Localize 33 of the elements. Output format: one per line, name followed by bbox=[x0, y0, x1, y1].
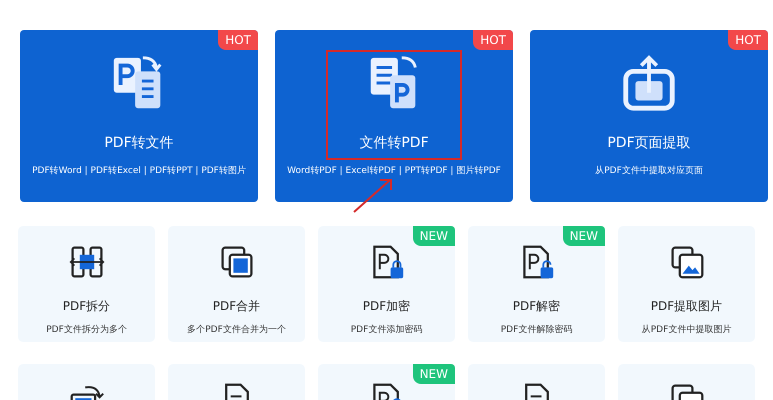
tool-card[interactable]: NEW PDF解密 PDF文件解除密码 bbox=[468, 226, 605, 342]
card-title: PDF页面提取 bbox=[607, 134, 691, 152]
card-subtitle: 从PDF文件中提取对应页面 bbox=[595, 164, 703, 177]
card-subtitle: Word转PDF | Excel转PDF | PPT转PDF | 图片转PDF bbox=[287, 164, 501, 177]
image-icon bbox=[668, 244, 704, 280]
card-title: 文件转PDF bbox=[359, 134, 429, 152]
hot-badge: HOT bbox=[473, 30, 513, 50]
tool-card[interactable]: NEW PDF加密 PDF文件添加密码 bbox=[318, 226, 455, 342]
card-subtitle: PDF文件添加密码 bbox=[350, 324, 422, 336]
card-title: PDF提取图片 bbox=[650, 298, 722, 315]
merge-icon bbox=[218, 244, 254, 280]
tool-card[interactable]: PDF提取图片 从PDF文件中提取图片 bbox=[618, 226, 755, 342]
card-subtitle: PDF文件解除密码 bbox=[500, 324, 572, 336]
feature-card[interactable]: HOT 文件转PDF Word转PDF | Excel转PDF | PPT转PDF | 图片转PDF bbox=[275, 30, 513, 202]
feature-card[interactable]: HOT PDF转文件 PDF转Word | PDF转Excel | PDF转PPT | PDF转图片 bbox=[20, 30, 258, 202]
card-subtitle: 多个PDF文件合并为一个 bbox=[187, 324, 286, 336]
split-icon bbox=[68, 244, 104, 280]
card-title: PDF合并 bbox=[212, 298, 260, 315]
card-subtitle: PDF转Word | PDF转Excel | PDF转PPT | PDF转图片 bbox=[32, 164, 246, 177]
new-badge: NEW bbox=[562, 226, 605, 246]
hot-badge: HOT bbox=[728, 30, 768, 50]
card-subtitle: PDF文件拆分为多个 bbox=[46, 324, 127, 336]
new-badge: NEW bbox=[412, 226, 455, 246]
tool-card[interactable]: PDF合并 多个PDF文件合并为一个 bbox=[168, 226, 305, 342]
card-title: PDF拆分 bbox=[62, 298, 110, 315]
new-badge: NEW bbox=[412, 364, 455, 384]
card-title: PDF加密 bbox=[362, 298, 410, 315]
tool-card[interactable]: PDF拆分 PDF文件拆分为多个 bbox=[18, 226, 155, 342]
card-title: PDF解密 bbox=[512, 298, 560, 315]
hot-badge: HOT bbox=[218, 30, 258, 50]
card-title: PDF转文件 bbox=[104, 134, 174, 152]
card-subtitle: 从PDF文件中提取图片 bbox=[642, 324, 732, 336]
feature-card[interactable]: HOT PDF页面提取 从PDF文件中提取对应页面 bbox=[530, 30, 768, 202]
